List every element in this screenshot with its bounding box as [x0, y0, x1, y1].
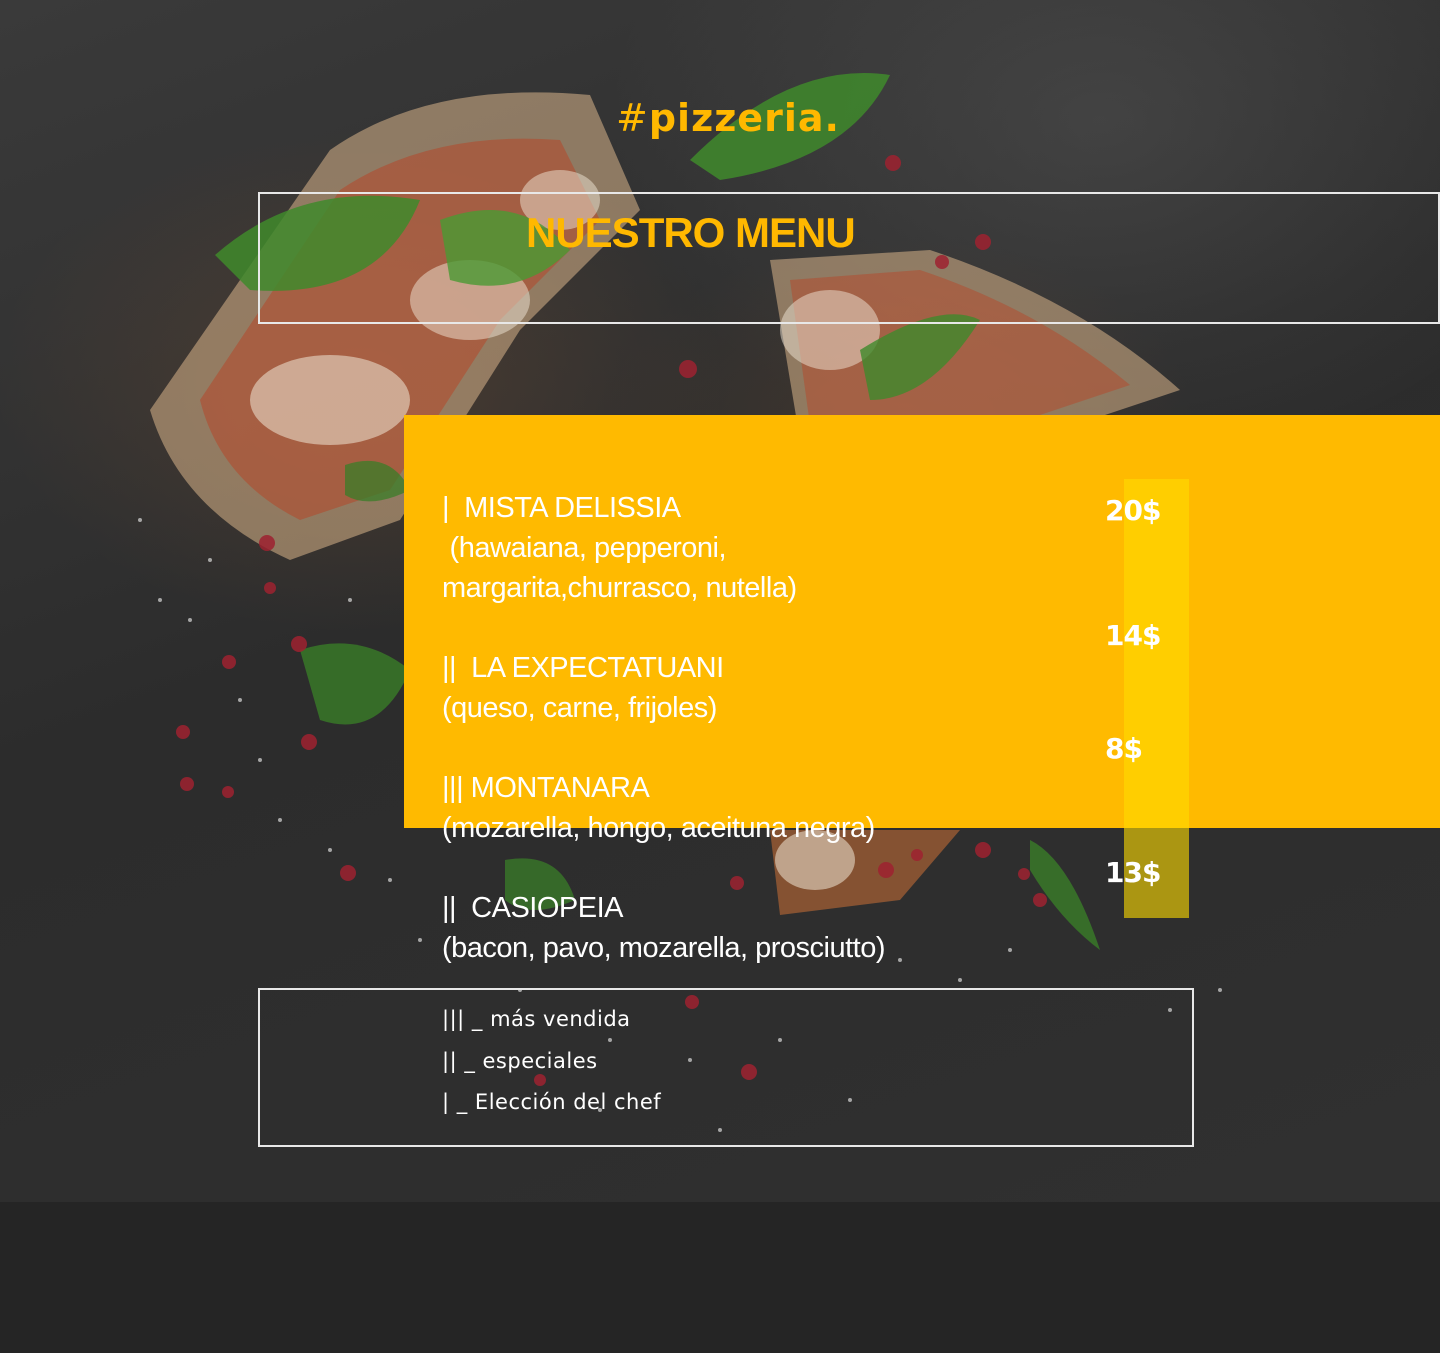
- menu-item-la-expectatuani: || LA EXPECTATUANI (queso, carne, frijol…: [442, 648, 724, 728]
- menu-item-casiopeia: || CASIOPEIA (bacon, pavo, mozarella, pr…: [442, 888, 886, 968]
- legend-specials: || _ especiales: [442, 1049, 598, 1073]
- legend-chef-choice: | _ Elección del chef: [442, 1090, 662, 1114]
- menu-item-montanara: ||| MONTANARA (mozarella, hongo, aceitun…: [442, 768, 875, 848]
- item-desc: (hawaiana, pepperoni,: [442, 532, 727, 564]
- item-name: || LA EXPECTATUANI: [442, 652, 724, 684]
- item-name: | MISTA DELISSIA: [442, 492, 681, 524]
- legend-frame: [258, 988, 1194, 1147]
- brand-name: pizzeria.: [648, 96, 840, 140]
- item-desc-2: margarita,churrasco, nutella): [442, 572, 797, 604]
- item-desc: (queso, carne, frijoles): [442, 692, 717, 724]
- item-desc: (mozarella, hongo, aceituna negra): [442, 812, 875, 844]
- footer-band: [0, 1202, 1440, 1353]
- item-price: 13$: [1105, 856, 1161, 889]
- legend-best-seller: ||| _ más vendida: [442, 1007, 631, 1031]
- item-name: || CASIOPEIA: [442, 892, 624, 924]
- brand-hash: #: [616, 96, 649, 140]
- item-price: 14$: [1105, 619, 1161, 652]
- item-price: 20$: [1105, 494, 1161, 527]
- menu-item-mista-delissia: | MISTA DELISSIA (hawaiana, pepperoni, m…: [442, 488, 797, 608]
- menu-poster: #pizzeria. NUESTRO MENU | MISTA DELISSIA…: [0, 0, 1440, 1353]
- price-strip: [1124, 479, 1189, 918]
- item-name: ||| MONTANARA: [442, 772, 650, 804]
- menu-title: NUESTRO MENU: [526, 209, 856, 256]
- item-price: 8$: [1105, 732, 1143, 765]
- menu-panel: [404, 415, 1440, 828]
- item-desc: (bacon, pavo, mozarella, prosciutto): [442, 932, 886, 964]
- brand-logo: #pizzeria.: [616, 96, 840, 140]
